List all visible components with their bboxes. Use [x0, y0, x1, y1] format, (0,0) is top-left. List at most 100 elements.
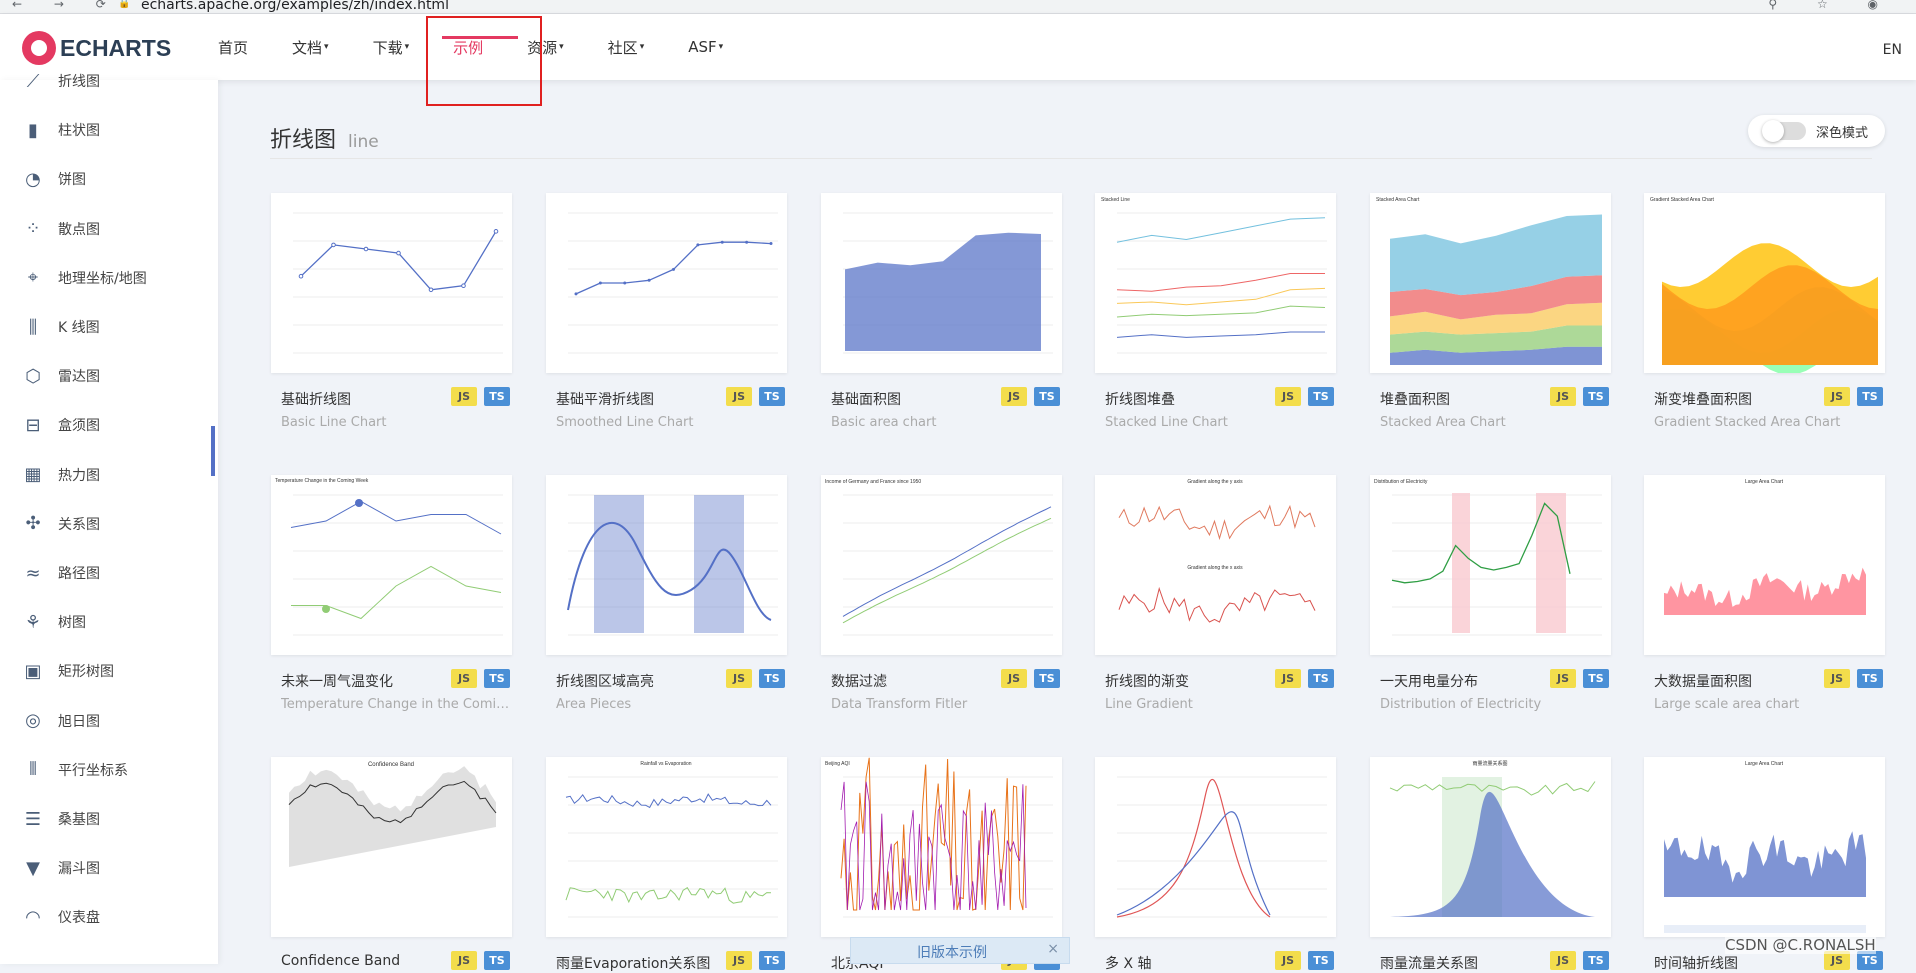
nav-item-0[interactable]: 首页 — [218, 37, 248, 58]
sidebar-item-2[interactable]: ◔ 饼图 — [0, 159, 218, 199]
ts-badge[interactable]: TS — [484, 669, 510, 688]
sidebar-item-8[interactable]: ▦ 热力图 — [0, 455, 218, 495]
example-card[interactable]: 基础折线图 Basic Line Chart JS TS — [271, 193, 512, 430]
example-title[interactable]: Confidence Band — [281, 953, 400, 969]
sidebar-item-3[interactable]: ⁘ 散点图 — [0, 209, 218, 249]
example-thumbnail[interactable]: Stacked Line — [1095, 193, 1336, 373]
example-thumbnail[interactable]: Beijing AQI — [821, 757, 1062, 937]
example-thumbnail[interactable] — [546, 193, 787, 373]
js-badge[interactable]: JS — [1001, 669, 1027, 688]
sidebar-item-12[interactable]: ▣ 矩形树图 — [0, 651, 218, 691]
ts-badge[interactable]: TS — [1857, 669, 1883, 688]
example-thumbnail[interactable]: Confidence Band — [271, 757, 512, 937]
nav-item-6[interactable]: ASF ▾ — [688, 38, 723, 56]
js-badge[interactable]: JS — [726, 387, 752, 406]
example-title[interactable]: 折线图区域高亮 — [556, 671, 654, 691]
example-thumbnail[interactable] — [546, 475, 787, 655]
sidebar-item-15[interactable]: ☰ 桑基图 — [0, 799, 218, 839]
ts-badge[interactable]: TS — [1308, 951, 1334, 970]
toggle-switch[interactable] — [1762, 120, 1806, 142]
ts-badge[interactable]: TS — [1034, 387, 1060, 406]
ts-badge[interactable]: TS — [1857, 387, 1883, 406]
language-switch[interactable]: EN — [1883, 42, 1902, 58]
ts-badge[interactable]: TS — [484, 951, 510, 970]
example-title[interactable]: 折线图的渐变 — [1105, 671, 1189, 691]
js-badge[interactable]: JS — [1824, 669, 1850, 688]
example-title[interactable]: 雨量Evaporation关系图 — [556, 953, 710, 973]
example-title[interactable]: 数据过滤 — [831, 671, 887, 691]
browser-nav-icons[interactable]: ← → ⟳ — [12, 0, 120, 11]
example-title[interactable]: 折线图堆叠 — [1105, 389, 1175, 409]
sidebar-item-13[interactable]: ◎ 旭日图 — [0, 701, 218, 741]
sidebar-item-0[interactable]: ⟋ 折线图 — [0, 61, 218, 101]
ts-badge[interactable]: TS — [759, 387, 785, 406]
nav-item-2[interactable]: 下载 ▾ — [373, 37, 410, 58]
ts-badge[interactable]: TS — [1034, 669, 1060, 688]
example-card[interactable]: 基础平滑折线图 Smoothed Line Chart JS TS — [546, 193, 787, 430]
example-card[interactable]: Large Area Chart 时间轴折线图 JS TS — [1644, 757, 1885, 972]
js-badge[interactable]: JS — [1550, 669, 1576, 688]
example-title[interactable]: 未来一周气温变化 — [281, 671, 393, 691]
sidebar-item-6[interactable]: ⬡ 雷达图 — [0, 356, 218, 396]
js-badge[interactable]: JS — [1550, 387, 1576, 406]
example-title[interactable]: 雨量流量关系图 — [1380, 953, 1478, 973]
url-text[interactable]: echarts.apache.org/examples/zh/index.htm… — [141, 0, 449, 13]
sidebar-item-5[interactable]: ⫼ K 线图 — [0, 307, 218, 347]
ts-badge[interactable]: TS — [759, 669, 785, 688]
example-title[interactable]: 渐变堆叠面积图 — [1654, 389, 1752, 409]
example-card[interactable]: Confidence Band Confidence Band JS TS — [271, 757, 512, 970]
example-title[interactable]: 时间轴折线图 — [1654, 953, 1738, 973]
example-card[interactable]: 折线图区域高亮 Area Pieces JS TS — [546, 475, 787, 712]
example-card[interactable]: 多 X 轴 JS TS — [1095, 757, 1336, 972]
sidebar-item-1[interactable]: ▮ 柱状图 — [0, 110, 218, 150]
nav-item-5[interactable]: 社区 ▾ — [608, 37, 645, 58]
example-card[interactable]: Large Area Chart 大数据量面积图 Large scale area … — [1644, 475, 1885, 712]
example-thumbnail[interactable]: Gradient Stacked Area Chart — [1644, 193, 1885, 373]
ts-badge[interactable]: TS — [484, 387, 510, 406]
browser-tool-icons[interactable]: ⚲ ☆ ◉ — [1768, 0, 1896, 11]
old-version-banner[interactable]: 旧版本示例 × — [850, 937, 1070, 964]
js-badge[interactable]: JS — [451, 951, 477, 970]
example-thumbnail[interactable]: Distribution of Electricity — [1370, 475, 1611, 655]
ts-badge[interactable]: TS — [1583, 669, 1609, 688]
example-card[interactable]: Distribution of Electricity 一天用电量分布 Distri… — [1370, 475, 1611, 712]
example-card[interactable]: Income of Germany and France since 1950 数… — [821, 475, 1062, 712]
close-icon[interactable]: × — [1047, 941, 1059, 957]
nav-item-1[interactable]: 文档 ▾ — [292, 37, 329, 58]
sidebar-item-10[interactable]: ≈ 路径图 — [0, 553, 218, 593]
js-badge[interactable]: JS — [1550, 951, 1576, 970]
example-card[interactable]: 雨量流量关系图 雨量流量关系图 JS TS — [1370, 757, 1611, 972]
example-thumbnail[interactable]: Rainfall vs Evaporation — [546, 757, 787, 937]
ts-badge[interactable]: TS — [1308, 387, 1334, 406]
ts-badge[interactable]: TS — [759, 951, 785, 970]
example-card[interactable]: Temperature Change in the Coming Week 未来一… — [271, 475, 513, 712]
js-badge[interactable]: JS — [726, 669, 752, 688]
example-card[interactable]: Stacked Line 折线图堆叠 Stacked Line Chart JS TS — [1095, 193, 1336, 430]
example-title[interactable]: 大数据量面积图 — [1654, 671, 1752, 691]
js-badge[interactable]: JS — [1824, 387, 1850, 406]
dark-mode-toggle[interactable]: 深色模式 — [1748, 115, 1885, 147]
js-badge[interactable]: JS — [451, 669, 477, 688]
sidebar-item-7[interactable]: ⊟ 盒须图 — [0, 405, 218, 445]
old-version-label[interactable]: 旧版本示例 — [917, 942, 987, 962]
sidebar-item-4[interactable]: ⌖ 地理坐标/地图 — [0, 258, 218, 298]
example-card[interactable]: 基础面积图 Basic area chart JS TS — [821, 193, 1062, 430]
sidebar-item-17[interactable]: ◠ 仪表盘 — [0, 897, 218, 937]
example-thumbnail[interactable]: Large Area Chart — [1644, 757, 1885, 937]
ts-badge[interactable]: TS — [1308, 669, 1334, 688]
example-card[interactable]: Stacked Area Chart 堆叠面积图 Stacked Area Char… — [1370, 193, 1611, 430]
ts-badge[interactable]: TS — [1583, 951, 1609, 970]
js-badge[interactable]: JS — [1001, 387, 1027, 406]
ts-badge[interactable]: TS — [1583, 387, 1609, 406]
example-thumbnail[interactable] — [1095, 757, 1336, 937]
example-card[interactable]: Gradient along the y axis Gradient along … — [1095, 475, 1336, 712]
example-title[interactable]: 多 X 轴 — [1105, 953, 1152, 973]
js-badge[interactable]: JS — [1275, 669, 1301, 688]
example-thumbnail[interactable] — [821, 193, 1062, 373]
sidebar-item-14[interactable]: ⫴ 平行坐标系 — [0, 750, 218, 790]
example-title[interactable]: 一天用电量分布 — [1380, 671, 1478, 691]
js-badge[interactable]: JS — [1275, 951, 1301, 970]
example-thumbnail[interactable] — [271, 193, 512, 373]
example-title[interactable]: 基础平滑折线图 — [556, 389, 654, 409]
example-thumbnail[interactable]: Large Area Chart — [1644, 475, 1885, 655]
